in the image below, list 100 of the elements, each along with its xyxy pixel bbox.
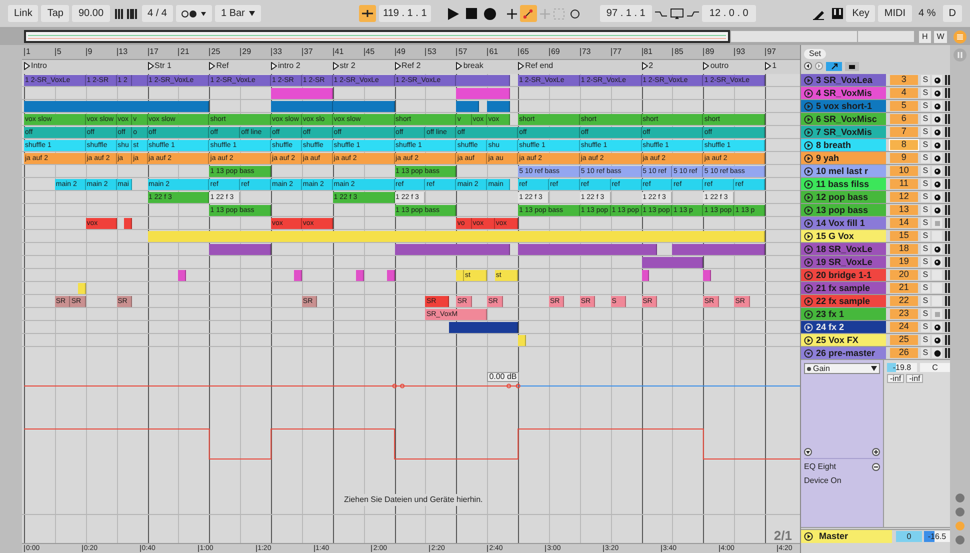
punch-in-icon[interactable] (654, 8, 667, 18)
track-activator[interactable]: 10 (890, 166, 918, 176)
key-map-button[interactable]: Key (846, 5, 876, 22)
metronome-bars-icon[interactable] (112, 8, 139, 18)
loop-icon[interactable] (670, 8, 684, 20)
record-icon[interactable] (484, 8, 496, 20)
device-parameter[interactable]: Device On (804, 475, 880, 487)
overview-zoom-button[interactable]: H (919, 30, 931, 42)
clip[interactable] (294, 270, 302, 281)
locator-name[interactable]: Str 1 (154, 62, 172, 70)
clip[interactable] (124, 218, 132, 229)
set-button[interactable]: Set (804, 48, 826, 58)
track-activator[interactable]: 15 (890, 231, 918, 241)
solo-button[interactable]: S (920, 309, 930, 319)
locator-name[interactable]: outro (710, 62, 729, 70)
solo-button[interactable]: S (920, 335, 930, 345)
track-activator[interactable]: 5 (890, 101, 918, 111)
clip[interactable] (487, 101, 510, 112)
locator-name[interactable]: Ref end (525, 62, 554, 70)
clip[interactable] (456, 75, 510, 86)
track-activator[interactable]: 4 (890, 88, 918, 98)
solo-button[interactable]: S (920, 231, 930, 241)
solo-button[interactable]: S (920, 257, 930, 267)
track-name[interactable]: 18 SR_VoxLe (801, 243, 886, 255)
clip[interactable] (271, 88, 333, 99)
track-name[interactable]: 14 Vox fill 1 (801, 217, 886, 229)
collapse-icon[interactable] (804, 448, 812, 456)
track-activator[interactable]: 9 (890, 153, 918, 163)
solo-button[interactable]: S (920, 244, 930, 254)
solo-button[interactable]: S (920, 270, 930, 280)
solo-button[interactable]: S (920, 179, 930, 189)
track-name[interactable]: 25 Vox FX (801, 334, 886, 346)
track-name[interactable]: 26 pre-master (801, 347, 886, 359)
clip[interactable] (672, 244, 766, 255)
play-circle-icon[interactable] (804, 532, 813, 541)
track-name[interactable]: Master (801, 530, 892, 543)
locator-name[interactable]: 2 (648, 62, 654, 70)
track-name[interactable]: 12 pop bass (801, 191, 886, 203)
clip[interactable] (148, 231, 766, 242)
track-activator[interactable]: 8 (890, 140, 918, 150)
overview-zoom-button[interactable]: W (934, 30, 948, 42)
track-name[interactable]: 3 SR_VoxLea (801, 74, 886, 86)
clip[interactable] (332, 101, 395, 112)
play-circle-icon[interactable] (804, 154, 813, 162)
tempo-field[interactable]: 90.00 (72, 5, 110, 22)
clip[interactable] (78, 283, 86, 294)
clip[interactable] (642, 257, 704, 268)
locator-name[interactable]: break (463, 62, 484, 70)
clip[interactable] (456, 88, 510, 99)
clip[interactable] (132, 75, 148, 86)
track-activator[interactable]: 11 (890, 179, 918, 189)
quantize-dropdown[interactable]: 1 Bar (214, 5, 261, 22)
clip[interactable] (703, 270, 712, 281)
track-activator[interactable]: 23 (890, 309, 918, 319)
locator-name[interactable]: 1 (772, 62, 777, 70)
disk-indicator[interactable]: D (942, 5, 962, 22)
play-circle-icon[interactable] (804, 310, 813, 318)
track-name[interactable]: 13 pop bass (801, 204, 886, 216)
play-circle-icon[interactable] (804, 206, 813, 214)
clip[interactable] (209, 244, 272, 255)
locator-name[interactable]: Ref (216, 62, 229, 70)
track-name[interactable]: 21 fx sample (801, 282, 886, 294)
play-circle-icon[interactable] (804, 128, 813, 136)
keyboard-icon[interactable] (832, 8, 844, 19)
track-activator[interactable]: 25 (890, 335, 918, 345)
track-name[interactable]: 9 yah (801, 152, 886, 164)
track-name[interactable]: 5 vox short-1 (801, 100, 886, 112)
metronome-icon[interactable] (176, 5, 212, 22)
solo-button[interactable]: S (920, 127, 930, 137)
solo-button[interactable]: S (920, 348, 930, 358)
locator-name[interactable]: intro 2 (278, 62, 300, 70)
locator-name[interactable]: Ref 2 (402, 62, 421, 70)
track-name[interactable]: 4 SR_VoxMis (801, 87, 886, 99)
track-name[interactable]: 24 fx 2 (801, 321, 886, 333)
track-name[interactable]: 15 G Vox (801, 230, 886, 242)
play-circle-icon[interactable] (804, 140, 813, 150)
play-circle-icon[interactable] (804, 166, 813, 176)
loop-start-field[interactable]: 97 . 1 . 1 (600, 5, 652, 22)
overview-strip[interactable] (24, 30, 730, 43)
locator-name[interactable]: str 2 (340, 62, 356, 70)
stop-icon[interactable] (466, 8, 477, 19)
lock-icon[interactable] (845, 62, 859, 70)
solo-button[interactable]: S (920, 101, 930, 111)
clip[interactable] (271, 101, 333, 112)
play-circle-icon[interactable] (804, 336, 813, 344)
track-name[interactable]: 10 mel last r (801, 165, 886, 177)
clip[interactable] (642, 270, 650, 281)
track-activator[interactable]: 20 (890, 270, 918, 280)
solo-button[interactable]: S (920, 218, 930, 228)
remove-icon[interactable] (872, 463, 880, 471)
play-circle-icon[interactable] (804, 114, 813, 124)
pan-field[interactable]: C (920, 363, 950, 372)
track-activator[interactable]: 18 (890, 244, 918, 254)
track-activator[interactable]: 6 (890, 114, 918, 124)
track-activator[interactable]: 12 (890, 192, 918, 202)
solo-button[interactable]: S (920, 205, 930, 215)
track-name[interactable]: 6 SR_VoxMisc (801, 113, 886, 125)
solo-button[interactable]: S (920, 296, 930, 306)
track-name[interactable]: 19 SR_VoxLe (801, 256, 886, 268)
follow-button[interactable] (358, 5, 376, 22)
